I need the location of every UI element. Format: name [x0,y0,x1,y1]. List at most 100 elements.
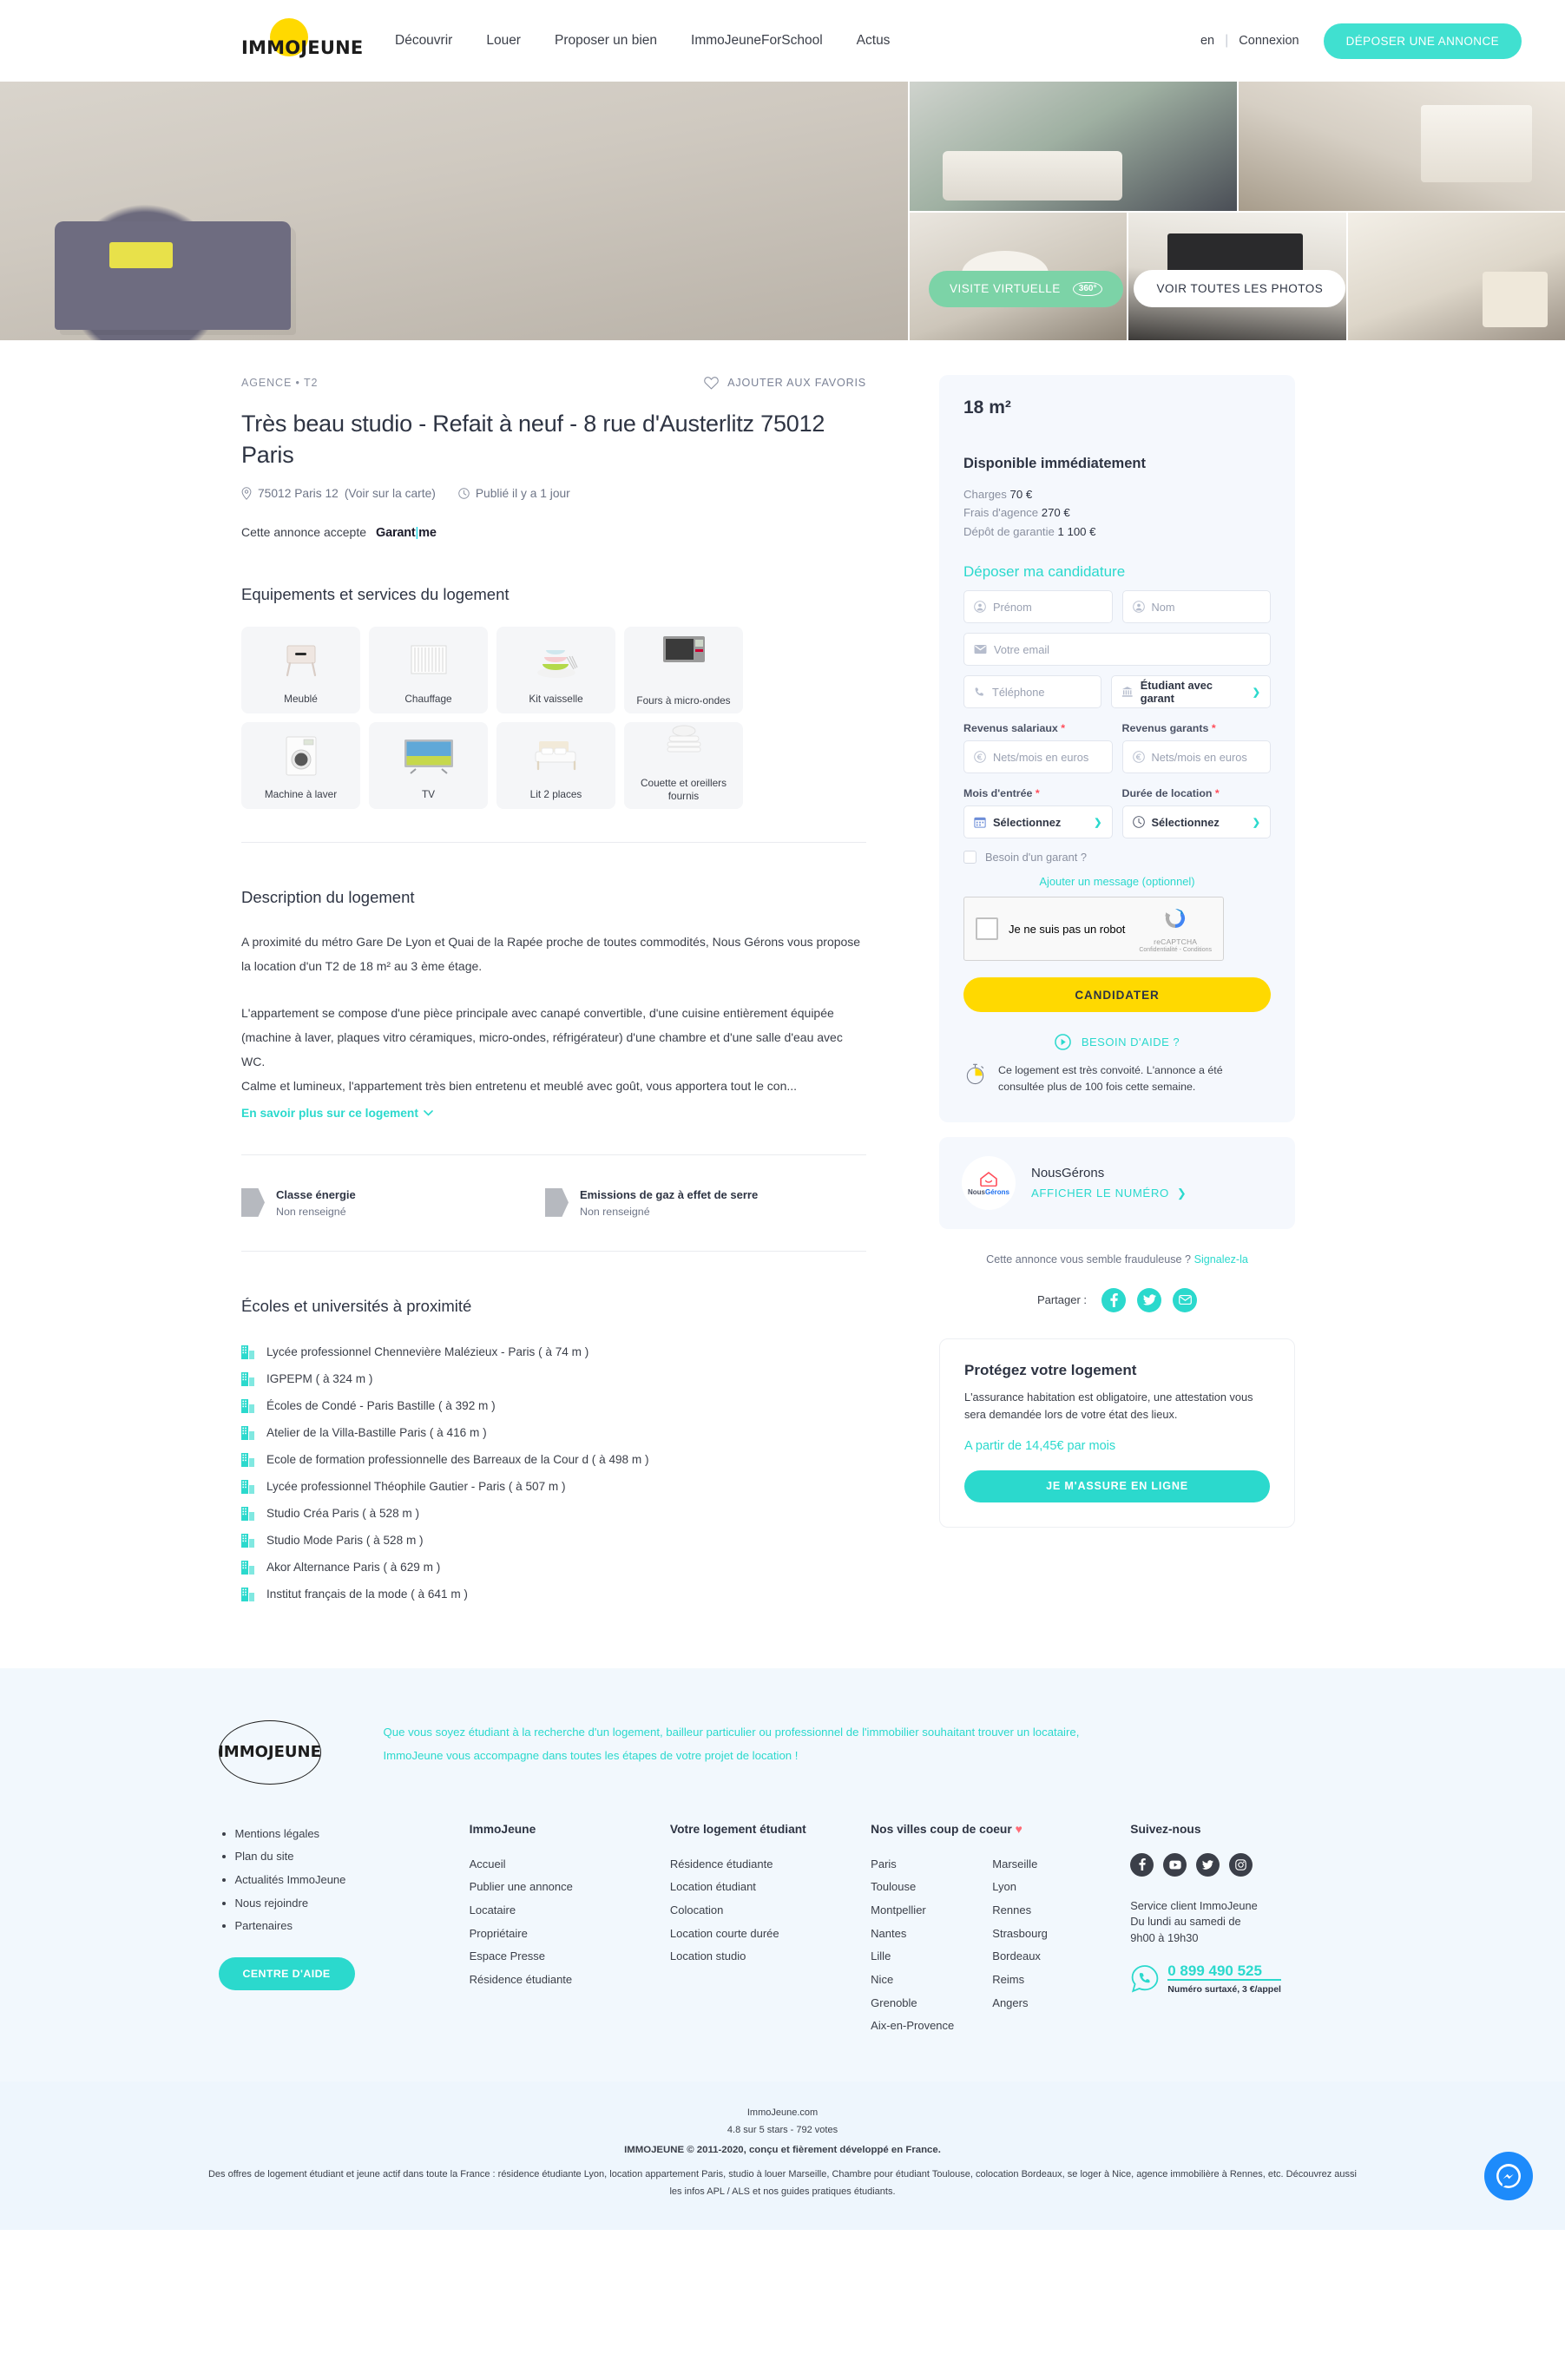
share-email-button[interactable] [1173,1287,1198,1312]
city-link-angers[interactable]: Angers [992,1992,1048,2015]
firstname-field[interactable]: Prénom [963,590,1113,624]
view-on-map-link[interactable]: (Voir sur la carte) [345,487,436,500]
help-center-button[interactable]: CENTRE D'AIDE [218,1957,355,1991]
recaptcha-checkbox[interactable] [976,917,998,941]
footer-link-publier-une-annonce[interactable]: Publier une annonce [470,1876,670,1899]
accepts-label: Cette annonce accepte [241,524,366,539]
list-item[interactable]: Ecole de formation professionnelle des B… [241,1446,866,1473]
show-phone-number-button[interactable]: AFFICHER LE NUMÉRO ❯ [1031,1187,1187,1200]
email-row: Votre email [963,633,1271,667]
gallery-photo[interactable] [1236,82,1565,211]
phone-field[interactable]: Téléphone [963,675,1102,709]
nav-item-decouvrir[interactable]: Découvrir [395,33,452,49]
city-link-bordeaux[interactable]: Bordeaux [992,1945,1048,1969]
report-fraud-link[interactable]: Signalez-la [1194,1253,1248,1266]
city-link-paris[interactable]: Paris [871,1853,954,1877]
city-link-toulouse[interactable]: Toulouse [871,1876,954,1899]
city-link-montpellier[interactable]: Montpellier [871,1899,954,1923]
city-link-lyon[interactable]: Lyon [992,1876,1048,1899]
list-item[interactable]: Lycée professionnel Théophile Gautier - … [241,1473,866,1500]
list-item[interactable]: Akor Alternance Paris ( à 629 m ) [241,1554,866,1581]
list-item[interactable]: Studio Créa Paris ( à 528 m ) [241,1500,866,1527]
city-link-reims[interactable]: Reims [992,1969,1048,1992]
virtual-tour-button[interactable]: VISITE VIRTUELLE 360° [929,270,1124,307]
city-link-marseille[interactable]: Marseille [992,1853,1048,1877]
site-logo[interactable]: IMMOJEUNE [241,18,363,58]
support-phone[interactable]: 0 899 490 525 Numéro surtaxé, 3 €/appel [1130,1963,1346,1995]
footer-link-accueil[interactable]: Accueil [470,1853,670,1877]
read-more-link[interactable]: En savoir plus sur ce logement [241,1107,433,1120]
guarantor-checkbox-row[interactable]: Besoin d'un garant ? [963,851,1271,865]
add-message-link[interactable]: Ajouter un message (optionnel) [963,875,1271,888]
footer-link-residence-etudiante[interactable]: Résidence étudiante [470,1969,670,1992]
footer-link-location-studio[interactable]: Location studio [670,1945,871,1969]
footer-column-logement: Votre logement étudiant Résidence étudia… [670,1823,871,2038]
energy-class-title: Classe énergie [276,1187,356,1201]
city-link-aix-en-provence[interactable]: Aix-en-Provence [871,2015,954,2038]
gallery-photo[interactable] [908,82,1237,211]
firstname-placeholder: Prénom [993,600,1032,614]
lastname-field[interactable]: Nom [1121,590,1271,624]
fee-value: 70 € [1009,488,1033,501]
nav-item-louer[interactable]: Louer [486,33,521,49]
list-item[interactable]: Mentions légales [235,1823,470,1846]
gallery-photo[interactable] [1345,211,1565,340]
list-item[interactable]: IGPEPM ( à 324 m ) [241,1365,866,1392]
nav-item-proposer-un-bien[interactable]: Proposer un bien [555,33,657,49]
nav-item-actus[interactable]: Actus [857,33,891,49]
footer-link-colocation[interactable]: Colocation [670,1899,871,1923]
language-switch[interactable]: en [1200,34,1214,48]
status-select[interactable]: Étudiant avec garant ❯ [1111,675,1271,709]
login-link[interactable]: Connexion [1239,34,1299,48]
list-item[interactable]: Écoles de Condé - Paris Bastille ( à 392… [241,1392,866,1419]
list-item[interactable]: Plan du site [235,1845,470,1869]
gallery-main-photo[interactable] [0,82,908,340]
building-icon [241,1345,254,1359]
list-item[interactable]: Atelier de la Villa-Bastille Paris ( à 4… [241,1419,866,1446]
insurance-cta-button[interactable]: JE M'ASSURE EN LIGNE [964,1469,1270,1502]
add-to-favorites-button[interactable]: AJOUTER AUX FAVORIS [703,375,866,390]
city-link-nice[interactable]: Nice [871,1969,954,1992]
need-help-button[interactable]: BESOIN D'AIDE ? [963,1034,1271,1050]
recaptcha-widget[interactable]: Je ne suis pas un robot reCAPTCHA Confid… [963,897,1224,962]
list-item[interactable]: Institut français de la mode ( à 641 m ) [241,1581,866,1607]
youtube-button[interactable] [1163,1852,1187,1877]
city-link-strasbourg[interactable]: Strasbourg [992,1923,1048,1946]
city-link-lille[interactable]: Lille [871,1945,954,1969]
list-item[interactable]: Nous rejoindre [235,1892,470,1916]
list-item[interactable]: Studio Mode Paris ( à 528 m ) [241,1527,866,1554]
nav-item-immojeuneforschool[interactable]: ImmoJeuneForSchool [691,33,823,49]
list-item[interactable]: Actualités ImmoJeune [235,1869,470,1892]
email-field[interactable]: Votre email [963,633,1271,667]
all-photos-button[interactable]: VOIR TOUTES LES PHOTOS [1134,270,1346,307]
footer-link-residence-etudiante[interactable]: Résidence étudiante [670,1853,871,1877]
list-item[interactable]: Lycée professionnel Chennevière Malézieu… [241,1338,866,1365]
list-item[interactable]: Partenaires [235,1915,470,1938]
post-listing-button[interactable]: DÉPOSER UNE ANNONCE [1323,23,1522,59]
facebook-button[interactable] [1130,1852,1154,1877]
footer-column-immojeune: ImmoJeune Accueil Publier une annonce Lo… [470,1823,670,2038]
recaptcha-links[interactable]: Confidentialité - Conditions [1139,947,1212,953]
chevron-down-icon [424,1110,433,1116]
share-twitter-button[interactable] [1137,1287,1162,1312]
twitter-button[interactable] [1196,1852,1220,1877]
city-link-grenoble[interactable]: Grenoble [871,1992,954,2015]
footer-logo[interactable]: IMMOJEUNE [218,1719,330,1785]
city-link-rennes[interactable]: Rennes [992,1899,1048,1923]
share-facebook-button[interactable] [1101,1287,1127,1312]
salary-field[interactable]: Nets/mois en euros [963,740,1113,774]
footer-link-espace-presse[interactable]: Espace Presse [470,1945,670,1969]
footer-link-location-etudiant[interactable]: Location étudiant [670,1876,871,1899]
footer-link-location-courte-duree[interactable]: Location courte durée [670,1923,871,1946]
footer-link-locataire[interactable]: Locataire [470,1899,670,1923]
submit-application-button[interactable]: CANDIDATER [963,977,1271,1013]
guarantor-checkbox[interactable] [963,851,976,865]
entry-month-select[interactable]: Sélectionnez ❯ [963,805,1113,839]
duration-select[interactable]: Sélectionnez ❯ [1121,805,1271,839]
instagram-button[interactable] [1229,1852,1253,1877]
footer-link-proprietaire[interactable]: Propriétaire [470,1923,670,1946]
phone-icon [975,687,983,696]
guarantor-income-field[interactable]: Nets/mois en euros [1121,740,1271,774]
messenger-chat-button[interactable] [1484,2152,1533,2201]
city-link-nantes[interactable]: Nantes [871,1923,954,1946]
